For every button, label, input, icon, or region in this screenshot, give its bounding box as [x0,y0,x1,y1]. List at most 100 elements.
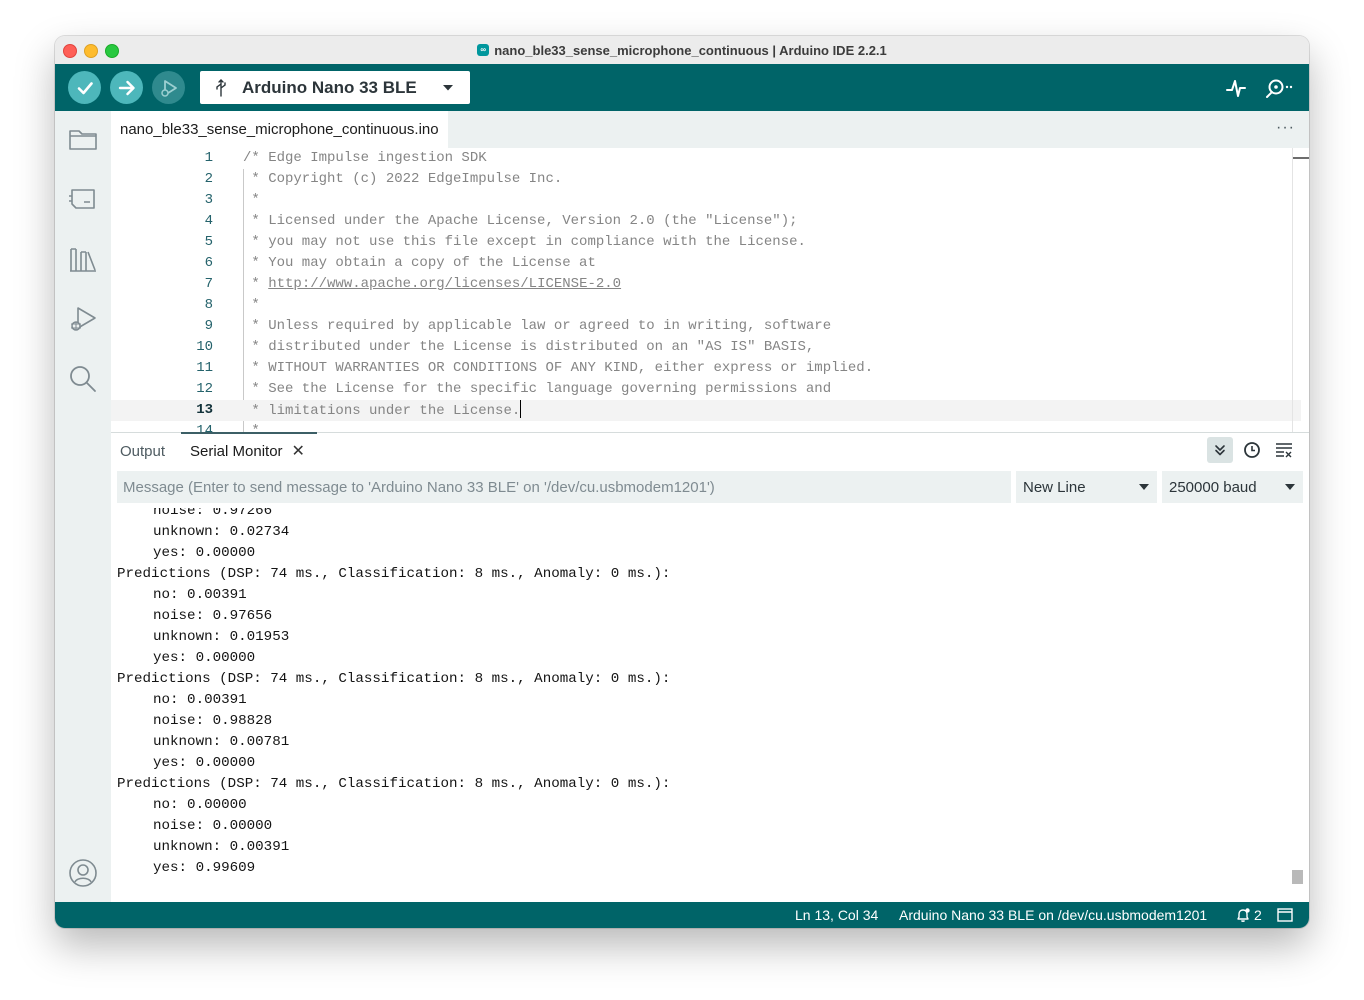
cursor-position-text: Ln 13, Col 34 [795,907,879,923]
panel-layout-icon [1277,908,1293,922]
code-line[interactable]: 14 * [111,421,1301,432]
editor-scroll-marker [1293,157,1309,159]
tab-serial-monitor[interactable]: Serial Monitor ✕ [190,433,305,469]
verify-button[interactable] [68,71,101,104]
more-actions-icon[interactable]: ··· [1276,119,1295,137]
board-port-text: Arduino Nano 33 BLE on /dev/cu.usbmodem1… [899,907,1208,923]
sketchbook-button[interactable] [67,123,99,155]
code-line[interactable]: 7 * http://www.apache.org/licenses/LICEN… [111,274,1301,295]
message-input[interactable]: Message (Enter to send message to 'Ardui… [117,471,1011,503]
code-line[interactable]: 12 * See the License for the specific la… [111,379,1301,400]
code-line[interactable]: 11 * WITHOUT WARRANTIES OR CONDITIONS OF… [111,358,1301,379]
file-tab[interactable]: nano_ble33_sense_microphone_continuous.i… [111,111,448,148]
code-line[interactable]: 4 * Licensed under the Apache License, V… [111,211,1301,232]
bottom-panel-tabs: Output Serial Monitor ✕ [111,432,1309,469]
code-line[interactable]: 1 /* Edge Impulse ingestion SDK [111,148,1301,169]
clear-output-icon [1276,443,1292,458]
toggle-timestamp-button[interactable] [1239,437,1265,463]
serial-value-line: noise: 0.97656 [153,608,273,624]
line-number: 12 [196,381,213,397]
serial-value-line: unknown: 0.00781 [153,734,290,750]
code-line[interactable]: 6 * You may obtain a copy of the License… [111,253,1301,274]
serial-value-line: yes: 0.00000 [153,650,256,666]
line-number: 1 [204,150,213,166]
board-port-status[interactable]: Arduino Nano 33 BLE on /dev/cu.usbmodem1… [899,902,1207,928]
autoscroll-button[interactable] [1207,437,1233,463]
code-text-content: * limitations under the License. [243,403,521,419]
toolbar: Arduino Nano 33 BLE [55,64,1309,111]
bell-icon [1237,908,1250,922]
serial-predictions-line: Predictions (DSP: 74 ms., Classification… [117,776,671,792]
editor-scrollbar[interactable] [1292,148,1309,432]
code-text: * Licensed under the Apache License, Ver… [243,211,797,232]
notifications-button[interactable]: 2 [1235,902,1262,928]
code-text: * You may obtain a copy of the License a… [243,253,596,274]
code-line[interactable]: 3 * [111,190,1301,211]
code-text-content: * distributed under the License is distr… [243,339,815,355]
license-link[interactable]: http://www.apache.org/licenses/LICENSE-2… [268,276,621,292]
cursor-position[interactable]: Ln 13, Col 34 [795,902,878,928]
serial-value-line: no: 0.00391 [153,587,247,603]
code-text: * Copyright (c) 2022 EdgeImpulse Inc. [243,169,562,190]
code-text-content: * You may obtain a copy of the License a… [243,255,596,271]
debug-button[interactable] [152,71,185,104]
baud-rate-select[interactable]: 250000 baud [1162,471,1303,503]
serial-plotter-button[interactable] [1225,64,1247,111]
close-window-button[interactable] [63,44,77,58]
chevron-down-icon [1285,484,1295,490]
code-line[interactable]: 8 * [111,295,1301,316]
code-line[interactable]: 13 * limitations under the License. [111,400,1301,421]
tab-output[interactable]: Output [120,433,165,469]
code-text-content: /* Edge Impulse ingestion SDK [243,150,487,166]
line-ending-select[interactable]: New Line [1016,471,1157,503]
upload-button[interactable] [110,71,143,104]
search-sidebar-button[interactable] [67,363,99,395]
close-icon[interactable]: ✕ [292,441,305,461]
code-line[interactable]: 9 * Unless required by applicable law or… [111,316,1301,337]
code-text: * Unless required by applicable law or a… [243,316,831,337]
serial-predictions-line: Predictions (DSP: 74 ms., Classification… [117,566,671,582]
serial-scrollbar-thumb[interactable] [1292,870,1303,884]
maximize-window-button[interactable] [105,44,119,58]
line-number: 5 [204,234,213,250]
code-text: * [243,295,260,316]
line-number: 10 [196,339,213,355]
tab-output-label: Output [120,442,166,460]
line-number: 7 [204,276,213,292]
serial-value-line: no: 0.00391 [153,692,247,708]
boards-manager-button[interactable] [67,183,99,215]
usb-icon [216,78,226,97]
toggle-panel-button[interactable] [1277,902,1293,928]
code-text-content: * [243,297,260,313]
debug-sidebar-button[interactable] [67,303,99,335]
line-ending-value: New Line [1023,478,1086,496]
profile-button[interactable] [67,857,99,889]
clock-icon [1244,442,1260,458]
serial-predictions-line: Predictions (DSP: 74 ms., Classification… [117,671,671,687]
message-placeholder: Message (Enter to send message to 'Ardui… [123,478,715,496]
window-title-group: ∞ nano_ble33_sense_microphone_continuous… [477,43,887,58]
code-text: * http://www.apache.org/licenses/LICENSE… [243,274,621,295]
profile-icon [69,859,97,887]
serial-value-line: unknown: 0.01953 [153,629,290,645]
code-text: /* Edge Impulse ingestion SDK [243,148,487,169]
code-line[interactable]: 5 * you may not use this file except in … [111,232,1301,253]
panel-actions [1207,437,1297,463]
clear-output-button[interactable] [1271,437,1297,463]
serial-value-line: yes: 0.99609 [153,860,256,876]
library-manager-button[interactable] [67,243,99,275]
code-line[interactable]: 10 * distributed under the License is di… [111,337,1301,358]
serial-monitor-button[interactable] [1265,64,1295,111]
minimize-window-button[interactable] [84,44,98,58]
chevron-double-down-icon [1215,445,1225,456]
serial-value-line: noise: 0.97266 [153,508,273,519]
ide-window: ∞ nano_ble33_sense_microphone_continuous… [55,36,1309,928]
line-number: 3 [204,192,213,208]
board-selector[interactable]: Arduino Nano 33 BLE [200,71,470,104]
text-cursor [520,400,522,418]
search-icon [70,366,96,392]
serial-output[interactable]: noise: 0.97266 unknown: 0.02734 yes: 0.000… [111,508,1309,902]
window-controls [63,44,119,58]
code-line[interactable]: 2 * Copyright (c) 2022 EdgeImpulse Inc. [111,169,1301,190]
code-editor[interactable]: 1 /* Edge Impulse ingestion SDK 2 * Copyri… [111,148,1309,432]
